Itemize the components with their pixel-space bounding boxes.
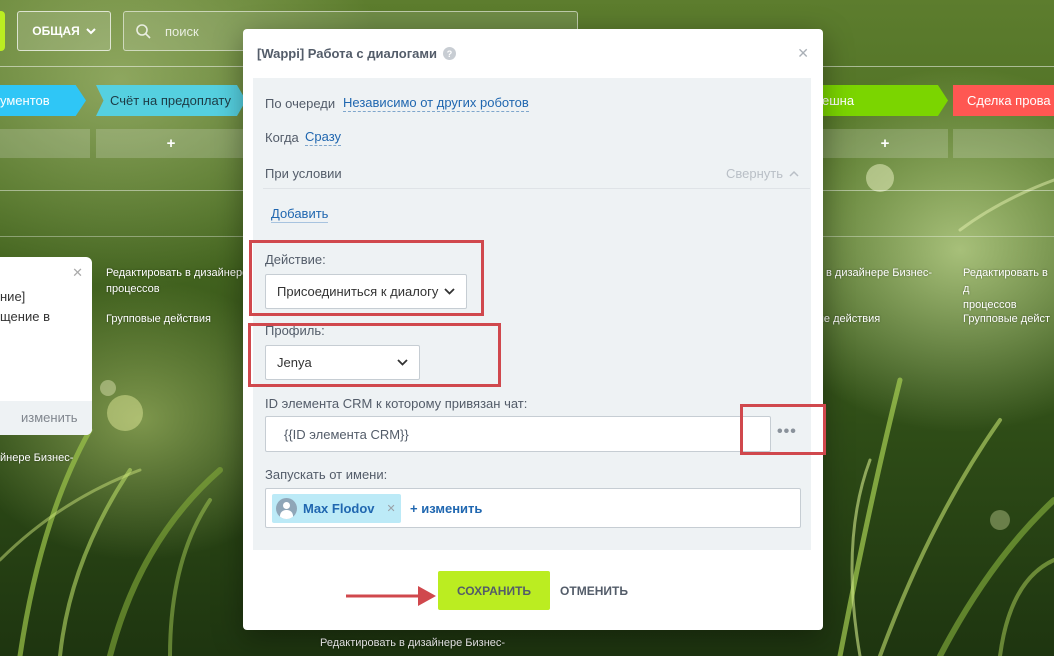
chevron-up-icon bbox=[789, 170, 799, 177]
dialog-title: [Wappi] Работа с диалогами ? bbox=[257, 46, 456, 61]
search-placeholder: поиск bbox=[165, 23, 199, 39]
remove-user-icon[interactable]: ✕ bbox=[387, 502, 396, 515]
change-user-link[interactable]: + изменить bbox=[410, 501, 482, 516]
add-robot-button[interactable]: + bbox=[822, 129, 948, 158]
robot-card-text: ние] щение в bbox=[0, 289, 50, 324]
stage-prepayment-invoice[interactable]: Счёт на предоплату bbox=[96, 85, 246, 116]
add-condition-link[interactable]: Добавить bbox=[271, 206, 329, 223]
when-value-link[interactable]: Сразу bbox=[305, 129, 342, 146]
edit-designer-link[interactable]: Редактировать в дизайнере процессов bbox=[106, 265, 248, 297]
search-icon bbox=[136, 23, 151, 39]
add-robot-cell[interactable] bbox=[953, 129, 1054, 158]
queue-label: По очереди bbox=[265, 96, 336, 111]
cancel-button[interactable]: ОТМЕНИТЬ bbox=[555, 571, 633, 610]
edit-designer-link[interactable]: йнере Бизнес- bbox=[0, 450, 73, 466]
highlight-frame bbox=[740, 404, 826, 455]
save-button[interactable]: СОХРАНИТЬ bbox=[438, 571, 550, 610]
filter-dropdown[interactable]: ОБЩАЯ bbox=[17, 11, 111, 51]
group-actions-link[interactable]: ые действия bbox=[816, 311, 880, 327]
condition-label: При условии bbox=[265, 166, 342, 181]
add-robot-cell[interactable] bbox=[0, 129, 90, 158]
robot-card-footer: изменить bbox=[0, 401, 92, 435]
crm-id-label: ID элемента CRM к которому привязан чат: bbox=[265, 396, 528, 411]
filter-label: ОБЩАЯ bbox=[32, 24, 80, 38]
stage-success[interactable]: ешна bbox=[822, 85, 948, 116]
when-label: Когда bbox=[265, 130, 299, 145]
change-link[interactable]: изменить bbox=[21, 410, 78, 425]
run-as-label: Запускать от имени: bbox=[265, 467, 388, 482]
left-edge-button[interactable] bbox=[0, 11, 5, 51]
group-actions-link[interactable]: Групповые дейст bbox=[963, 311, 1050, 327]
avatar bbox=[276, 498, 297, 519]
user-name: Max Flodov bbox=[303, 501, 375, 516]
stage-deal-failed[interactable]: Сделка прова bbox=[953, 85, 1054, 116]
user-chip: Max Flodov ✕ bbox=[272, 494, 401, 523]
group-actions-link[interactable]: Групповые действия bbox=[106, 311, 211, 327]
edit-designer-link[interactable]: в дизайнере Бизнес- bbox=[826, 265, 932, 281]
help-icon[interactable]: ? bbox=[442, 47, 456, 60]
stage-documents[interactable]: ументов bbox=[0, 85, 86, 116]
close-icon[interactable]: ✕ bbox=[797, 45, 809, 62]
close-icon[interactable]: ✕ bbox=[72, 265, 83, 281]
robot-card: ✕ ние] щение в изменить bbox=[0, 257, 92, 435]
collapse-toggle[interactable]: Свернуть bbox=[726, 166, 799, 181]
crm-id-field[interactable]: {{ID элемента CRM}} bbox=[265, 416, 771, 452]
edit-designer-link[interactable]: Редактировать в д процессов bbox=[963, 265, 1054, 313]
divider bbox=[263, 188, 810, 189]
run-as-field[interactable]: Max Flodov ✕ + изменить bbox=[265, 488, 801, 528]
queue-value-link[interactable]: Независимо от других роботов bbox=[343, 95, 529, 112]
arrow-icon bbox=[346, 586, 436, 606]
edit-designer-link[interactable]: Редактировать в дизайнере Бизнес- bbox=[320, 635, 505, 651]
highlight-frame bbox=[248, 323, 501, 387]
highlight-frame bbox=[249, 240, 484, 316]
chevron-down-icon bbox=[86, 28, 96, 35]
add-robot-button[interactable]: + bbox=[96, 129, 246, 158]
